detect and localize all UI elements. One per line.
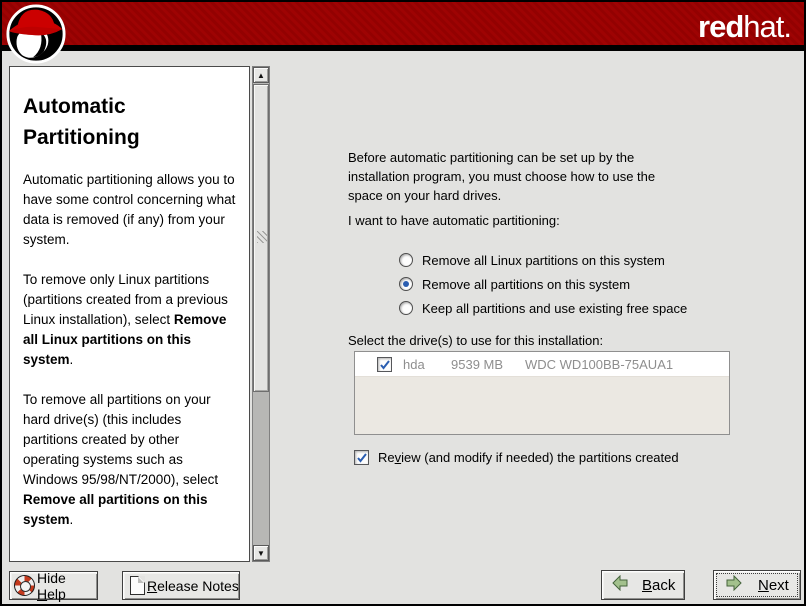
radio-remove-linux-partitions[interactable]: Remove all Linux partitions on this syst… bbox=[399, 248, 687, 272]
radio-remove-all-partitions[interactable]: Remove all partitions on this system bbox=[399, 272, 687, 296]
back-arrow-icon bbox=[612, 575, 629, 595]
up-arrow-icon: ▲ bbox=[257, 71, 265, 80]
help-lifering-icon bbox=[14, 575, 35, 596]
partitioning-prompt: I want to have automatic partitioning: bbox=[348, 213, 560, 228]
review-label-post: iew (and modify if needed) the partition… bbox=[401, 450, 679, 465]
release-notes-label: Release Notes bbox=[147, 578, 239, 594]
help-paragraph-3: To remove all partitions on your hard dr… bbox=[23, 390, 238, 530]
help-paragraph-3-text: To remove all partitions on your hard dr… bbox=[23, 392, 218, 487]
scroll-down-button[interactable]: ▼ bbox=[253, 545, 269, 561]
radio-button-selected-icon[interactable] bbox=[399, 277, 413, 291]
help-panel: Automatic Partitioning Automatic partiti… bbox=[9, 66, 250, 562]
document-icon bbox=[130, 576, 145, 595]
back-button[interactable]: Back bbox=[601, 570, 685, 600]
scrollbar-grip-icon bbox=[257, 231, 267, 243]
release-notes-accel: R bbox=[147, 578, 157, 594]
radio-keep-all-partitions[interactable]: Keep all partitions and use existing fre… bbox=[399, 296, 687, 320]
drive-device: hda bbox=[403, 357, 437, 372]
review-partitions-option[interactable]: Review (and modify if needed) the partit… bbox=[354, 450, 679, 465]
help-scrollbar[interactable]: ▲ ▼ bbox=[252, 66, 270, 562]
help-paragraph-3-bold: Remove all partitions on this system bbox=[23, 492, 208, 527]
down-arrow-icon: ▼ bbox=[257, 549, 265, 558]
redhat-wordmark: redhat. bbox=[698, 9, 791, 45]
help-paragraph-2-period: . bbox=[70, 352, 74, 367]
radio-button-icon[interactable] bbox=[399, 253, 413, 267]
help-paragraph-1: Automatic partitioning allows you to hav… bbox=[23, 170, 238, 250]
hide-help-label: Hide Help bbox=[37, 570, 97, 602]
next-post: ext bbox=[769, 577, 789, 594]
back-label: Back bbox=[642, 577, 675, 594]
help-paragraph-3-period: . bbox=[70, 512, 74, 527]
drive-checkbox[interactable] bbox=[377, 357, 392, 372]
drive-size: 9539 MB bbox=[451, 357, 517, 372]
next-label: Next bbox=[758, 577, 789, 594]
installer-window: redhat. Automatic Partitioning Automatic… bbox=[0, 0, 806, 606]
back-accel: B bbox=[642, 577, 652, 594]
next-arrow-icon bbox=[725, 575, 742, 595]
help-paragraph-2: To remove only Linux partitions (partiti… bbox=[23, 270, 238, 370]
wordmark-hat: hat bbox=[743, 9, 783, 44]
scrollbar-thumb[interactable] bbox=[253, 84, 269, 392]
help-title: Automatic Partitioning bbox=[23, 91, 238, 153]
redhat-shadowman-logo-icon bbox=[5, 3, 67, 70]
scroll-up-button[interactable]: ▲ bbox=[253, 67, 269, 83]
wordmark-red: red bbox=[698, 9, 743, 44]
radio-label[interactable]: Remove all partitions on this system bbox=[422, 277, 630, 292]
drive-model: WDC WD100BB-75AUA1 bbox=[525, 357, 673, 372]
radio-label[interactable]: Keep all partitions and use existing fre… bbox=[422, 301, 687, 316]
review-label-pre: Re bbox=[378, 450, 395, 465]
next-button[interactable]: Next bbox=[713, 570, 801, 600]
release-notes-post: elease Notes bbox=[157, 578, 239, 594]
back-post: ack bbox=[652, 577, 675, 594]
radio-button-icon[interactable] bbox=[399, 301, 413, 315]
next-accel: N bbox=[758, 577, 769, 594]
hide-help-accel: H bbox=[37, 586, 47, 602]
hide-help-post: elp bbox=[47, 586, 66, 602]
drive-list[interactable]: hda 9539 MB WDC WD100BB-75AUA1 bbox=[354, 351, 730, 435]
hide-help-pre: Hide bbox=[37, 570, 66, 586]
intro-text: Before automatic partitioning can be set… bbox=[348, 148, 690, 205]
wordmark-dot: . bbox=[783, 9, 791, 44]
hide-help-button[interactable]: Hide Help bbox=[9, 571, 98, 600]
drive-select-label: Select the drive(s) to use for this inst… bbox=[348, 333, 603, 348]
partitioning-radio-group: Remove all Linux partitions on this syst… bbox=[399, 248, 687, 320]
review-checkbox[interactable] bbox=[354, 450, 369, 465]
drive-row-hda[interactable]: hda 9539 MB WDC WD100BB-75AUA1 bbox=[355, 352, 729, 377]
header-bar bbox=[2, 2, 804, 51]
radio-label[interactable]: Remove all Linux partitions on this syst… bbox=[422, 253, 665, 268]
review-label[interactable]: Review (and modify if needed) the partit… bbox=[378, 450, 679, 465]
release-notes-button[interactable]: Release Notes bbox=[122, 571, 240, 600]
